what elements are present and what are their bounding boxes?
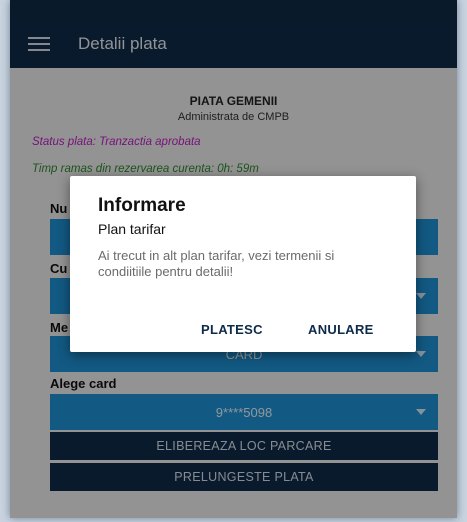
dialog-title: Informare [98, 195, 186, 216]
dialog-message: Ai trecut in alt plan tarifar, vezi term… [98, 248, 335, 279]
information-dialog: Informare Plan tarifar Ai trecut in alt … [70, 176, 416, 352]
cancel-button[interactable]: ANULARE [308, 322, 374, 337]
pay-button[interactable]: PLATESC [201, 322, 263, 337]
dialog-subtitle: Plan tarifar [98, 221, 166, 237]
phone-screen: Detalii plata PIATA GEMENII Administrata… [10, 0, 457, 518]
